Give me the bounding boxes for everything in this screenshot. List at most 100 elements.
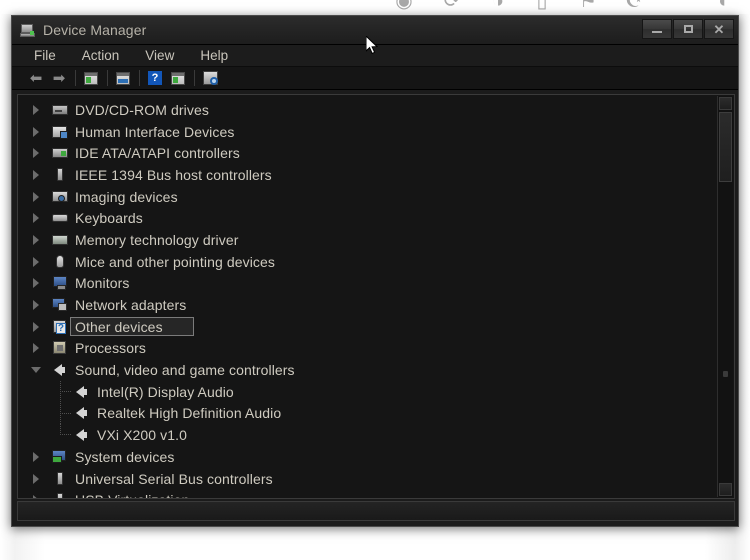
tree-item-imaging-devices[interactable]: Imaging devices [18,186,718,208]
tree-item-label: IEEE 1394 Bus host controllers [75,166,272,183]
chevron-right-icon [33,278,39,289]
expand-toggle[interactable] [28,295,44,316]
tree-item-label: Intel(R) Display Audio [97,383,234,400]
chevron-down-icon [31,367,41,374]
minimize-button[interactable] [642,19,672,39]
show-hidden-devices-icon [84,71,98,85]
expand-toggle[interactable] [28,99,44,120]
expand-toggle[interactable] [28,208,44,229]
show-hidden-devices-button[interactable] [81,69,101,88]
tree-item-monitors[interactable]: Monitors [18,273,718,295]
tree-item-label: Keyboards [75,210,143,227]
tree-item-network-adapters[interactable]: Network adapters [18,294,718,316]
camera-icon [52,189,69,205]
scroll-up-arrow[interactable] [719,97,732,110]
close-button[interactable]: ✕ [704,19,734,39]
tree-item-ide-ata-atapi-controllers[interactable]: IDE ATA/ATAPI controllers [18,142,718,164]
expand-toggle[interactable] [28,446,44,467]
system-device-icon [52,449,69,465]
title-bar[interactable]: Device Manager ✕ [12,16,738,45]
expand-toggle[interactable] [28,164,44,185]
window-title: Device Manager [43,22,147,38]
tree-item-other-devices[interactable]: Other devices [18,316,718,338]
tree-item-label: Processors [75,340,147,357]
expand-toggle[interactable] [28,186,44,207]
chevron-right-icon [33,148,39,159]
ide-controller-icon [52,145,69,161]
tree-connector-horizontal [60,434,72,436]
tree-item-processors[interactable]: Processors [18,338,718,360]
scroll-thumb[interactable] [719,112,732,182]
tree-item-sound-video-and-game-controllers[interactable]: Sound, video and game controllers [18,359,718,381]
speaker-icon [74,405,91,421]
dock-icon-6[interactable]: ☪ [622,0,646,13]
other-devices-icon [52,319,69,335]
dock-icon-7[interactable]: ⌜ [666,0,690,13]
dock-icon-strip: ◉ ⟳ ◑ ▯ ⚑ ☪ ⌜ ◖ [0,0,750,14]
chevron-right-icon [33,343,39,354]
tree-item-label: Universal Serial Bus controllers [75,470,273,487]
usb-icon [52,471,69,487]
dock-icon-2[interactable]: ⟳ [440,0,464,13]
scrollbar-marker [723,371,728,377]
speaker-icon [74,384,91,400]
help-button[interactable]: ? [145,69,165,88]
tree-item-universal-serial-bus-controllers[interactable]: Universal Serial Bus controllers [18,468,718,490]
chevron-right-icon [33,234,39,245]
tree-item-memory-technology-driver[interactable]: Memory technology driver [18,229,718,251]
expand-toggle[interactable] [28,490,44,498]
tree-item-keyboards[interactable]: Keyboards [18,207,718,229]
desktop-background: ◉ ⟳ ◑ ▯ ⚑ ☪ ⌜ ◖ Device Manager ✕ File Ac… [0,0,750,560]
menu-item-action[interactable]: Action [80,47,122,64]
expand-toggle[interactable] [28,338,44,359]
collapse-toggle[interactable] [28,360,44,381]
window-controls: ✕ [642,19,734,39]
properties-button[interactable] [113,69,133,88]
tree-item-label: System devices [75,448,175,465]
tree-item-usb-virtualization[interactable]: USB Virtualization [18,489,718,498]
chevron-right-icon [33,473,39,484]
tree-item-human-interface-devices[interactable]: Human Interface Devices [18,121,718,143]
status-bar [17,501,735,521]
menu-item-view[interactable]: View [143,47,176,64]
expand-toggle[interactable] [28,121,44,142]
tree-item-ieee-1394-bus-host-controllers[interactable]: IEEE 1394 Bus host controllers [18,164,718,186]
menu-item-help[interactable]: Help [198,47,230,64]
tree-item-mice-and-other-pointing-devices[interactable]: Mice and other pointing devices [18,251,718,273]
forward-button[interactable]: ➡ [49,69,69,88]
chevron-right-icon [33,104,39,115]
processor-icon [52,340,69,356]
vertical-scrollbar[interactable] [717,96,733,497]
tree-item-label: USB Virtualization [75,492,189,498]
dock-icon-4[interactable]: ▯ [530,0,554,13]
expand-toggle[interactable] [28,143,44,164]
tree-item-label: Realtek High Definition Audio [97,405,282,422]
expand-toggle[interactable] [28,468,44,489]
dock-icon-3[interactable]: ◑ [486,0,510,13]
dock-icon-1[interactable]: ◉ [392,0,416,13]
chevron-right-icon [33,213,39,224]
hid-icon [52,124,69,140]
mouse-icon [52,254,69,270]
tree-connector-horizontal [60,412,72,414]
expand-toggle[interactable] [28,229,44,250]
expand-toggle[interactable] [28,273,44,294]
scan-hardware-changes-button[interactable] [200,69,220,88]
expand-toggle[interactable] [28,251,44,272]
back-button[interactable]: ⬅ [26,69,46,88]
maximize-button[interactable] [673,19,703,39]
scroll-down-arrow[interactable] [719,483,732,496]
update-driver-button[interactable] [168,69,188,88]
tree-item-realtek-high-definition-audio[interactable]: Realtek High Definition Audio [18,402,718,425]
speaker-icon [74,427,91,443]
chevron-right-icon [33,300,39,311]
dock-icon-8[interactable]: ◖ [710,0,734,13]
dock-icon-5[interactable]: ⚑ [576,0,600,13]
toolbar-separator-2 [107,70,108,86]
tree-item-dvd-cd-rom-drives[interactable]: DVD/CD-ROM drives [18,99,718,121]
tree-item-intel-display-audio[interactable]: Intel(R) Display Audio [18,380,718,403]
tree-item-system-devices[interactable]: System devices [18,446,718,468]
menu-item-file[interactable]: File [32,47,58,64]
tree-item-vxi-x200[interactable]: VXi X200 v1.0 [18,424,718,446]
expand-toggle[interactable] [28,316,44,337]
